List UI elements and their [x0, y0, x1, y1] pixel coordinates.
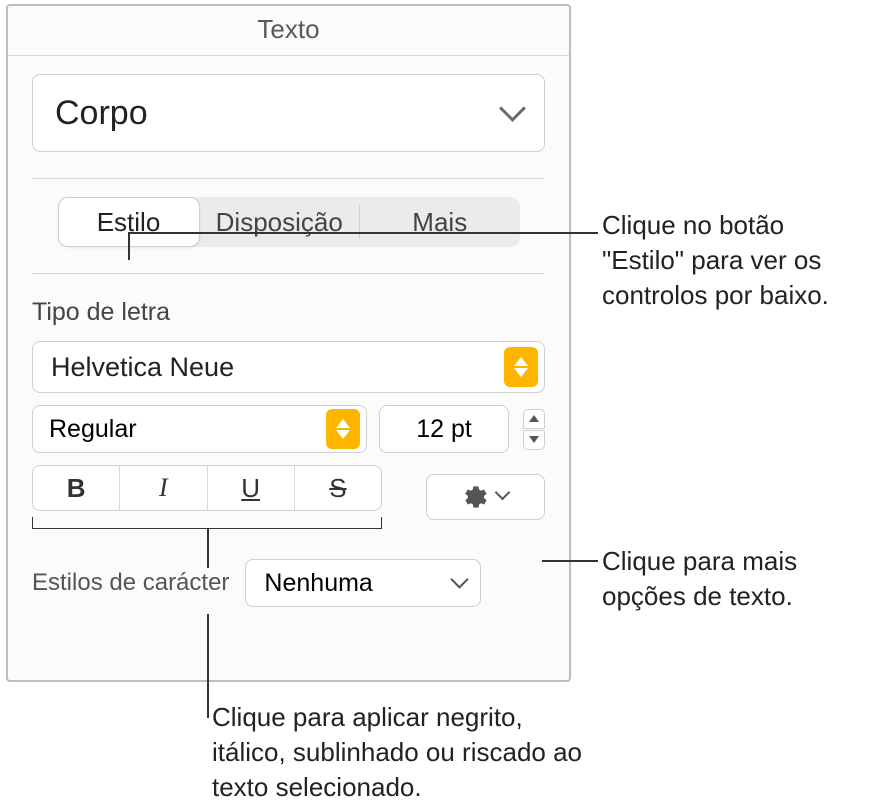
font-size-field[interactable]: 12 pt [379, 405, 509, 453]
underline-button[interactable]: U [208, 466, 295, 510]
callout-bius: Clique para aplicar negrito, itálico, su… [212, 700, 592, 805]
tab-layout[interactable]: Disposição [200, 197, 360, 247]
callout-leader [207, 614, 209, 718]
font-weight-dropdown[interactable]: Regular [32, 405, 367, 453]
callout-leader [128, 232, 598, 234]
font-size-stepper[interactable] [523, 409, 545, 450]
text-style-group: B I U S [32, 465, 382, 511]
callout-bracket [32, 517, 382, 529]
callout-style-tab: Clique no botão "Estilo" para ver os con… [602, 208, 862, 313]
callout-leader [128, 232, 130, 260]
tab-more[interactable]: Mais [360, 197, 520, 247]
font-size-value: 12 pt [416, 415, 472, 444]
gear-icon [463, 484, 489, 510]
character-styles-dropdown[interactable]: Nenhuma [245, 559, 481, 607]
panel-title: Texto [8, 6, 569, 56]
divider [32, 178, 545, 179]
chevron-down-icon [453, 569, 466, 598]
stepper-up[interactable] [523, 409, 545, 429]
font-weight-value: Regular [49, 415, 137, 444]
font-family-dropdown[interactable]: Helvetica Neue [32, 341, 545, 393]
dropdown-arrows-icon [326, 409, 360, 449]
character-styles-label: Estilos de carácter [32, 569, 229, 597]
stepper-down[interactable] [523, 430, 545, 450]
callout-leader [542, 560, 598, 562]
tabs: Estilo Disposição Mais [58, 197, 520, 247]
divider [32, 273, 545, 274]
italic-button[interactable]: I [120, 466, 207, 510]
dropdown-arrows-icon [504, 347, 538, 387]
strikethrough-button[interactable]: S [295, 466, 381, 510]
paragraph-style-dropdown[interactable]: Corpo [32, 74, 545, 152]
chevron-down-icon [497, 487, 508, 507]
character-styles-value: Nenhuma [264, 569, 372, 598]
text-inspector-panel: Texto Corpo Estilo Disposição Mais Tipo … [6, 4, 571, 682]
font-section-label: Tipo de letra [32, 298, 545, 327]
advanced-options-button[interactable] [426, 474, 545, 520]
bold-button[interactable]: B [33, 466, 120, 510]
panel-body: Corpo Estilo Disposição Mais Tipo de let… [8, 56, 569, 629]
chevron-down-icon [503, 94, 522, 133]
font-family-value: Helvetica Neue [51, 352, 234, 383]
paragraph-style-value: Corpo [55, 94, 148, 133]
callout-advanced: Clique para mais opções de texto. [602, 544, 862, 614]
